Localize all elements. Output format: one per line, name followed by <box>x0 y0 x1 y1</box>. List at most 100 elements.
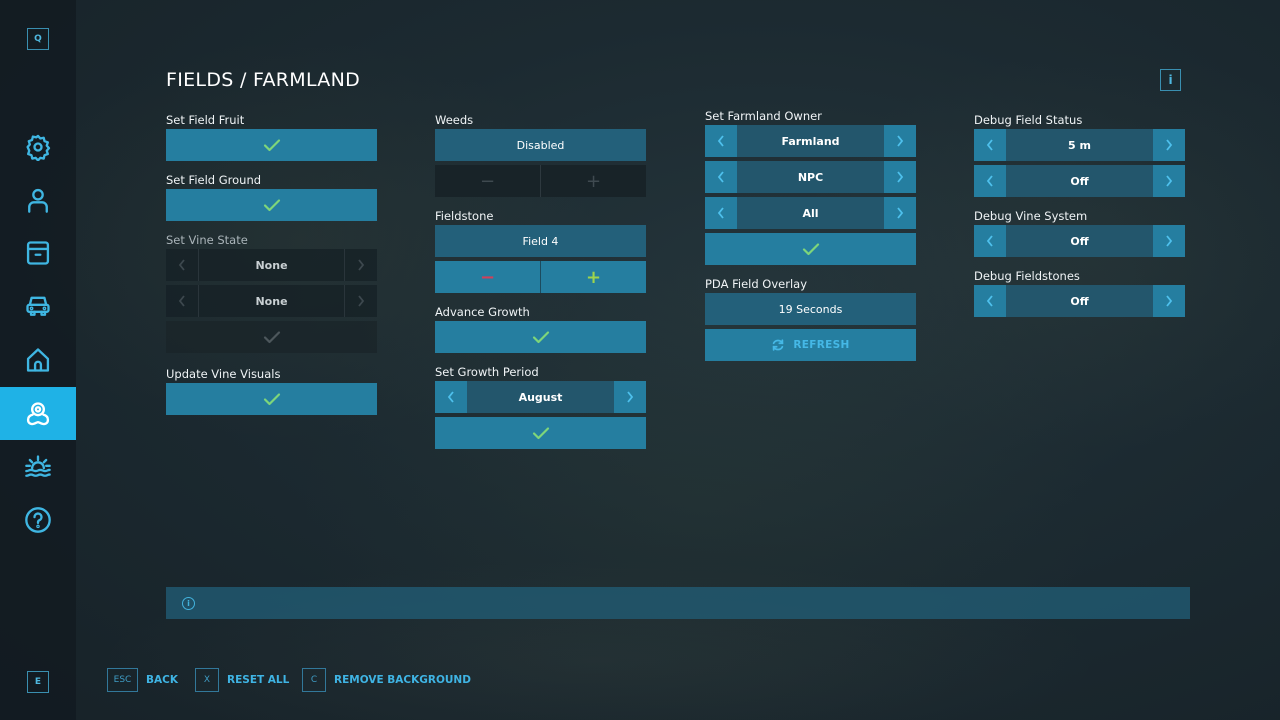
set-vine-state-label: Set Vine State <box>166 233 248 247</box>
sidebar: Q E <box>0 0 76 720</box>
pda-field-overlay-value[interactable]: 19 Seconds <box>705 293 916 325</box>
next-arrow[interactable] <box>884 197 916 229</box>
reset-all-button[interactable]: X RESET ALL <box>195 668 289 692</box>
user-icon <box>28 188 48 213</box>
prev-arrow[interactable] <box>705 125 737 157</box>
prev-arrow[interactable] <box>974 285 1006 317</box>
update-vine-visuals-label: Update Vine Visuals <box>166 367 281 381</box>
debug-field-status-label: Debug Field Status <box>974 113 1083 127</box>
growth-period-selector[interactable]: August <box>435 381 646 413</box>
refresh-icon <box>773 339 784 351</box>
sidebar-item-player[interactable] <box>0 173 76 226</box>
set-field-fruit-label: Set Field Fruit <box>166 113 245 127</box>
esc-key-hint: ESC <box>107 668 138 692</box>
set-vine-state-apply-button[interactable] <box>166 321 377 353</box>
next-arrow[interactable] <box>1153 129 1185 161</box>
chevron-left-icon <box>986 175 993 187</box>
farmland-value: Farmland <box>737 125 884 157</box>
back-button[interactable]: ESC BACK <box>107 668 178 692</box>
prev-arrow[interactable] <box>705 197 737 229</box>
set-field-ground-button[interactable] <box>166 189 377 221</box>
debug-field-status-toggle-value: Off <box>1006 165 1153 197</box>
checkmark-icon <box>802 243 819 256</box>
chevron-left-icon <box>986 295 993 307</box>
weeds-minus-button[interactable]: − <box>435 165 540 197</box>
vine-state-selector-1[interactable]: None <box>166 249 377 281</box>
next-arrow[interactable] <box>1153 285 1185 317</box>
vine-state-selector-2[interactable]: None <box>166 285 377 317</box>
debug-vine-system-label: Debug Vine System <box>974 209 1088 223</box>
vehicle-icon <box>26 296 50 316</box>
chevron-left-icon <box>986 139 993 151</box>
next-arrow[interactable] <box>1153 165 1185 197</box>
scope-selector[interactable]: All <box>705 197 916 229</box>
farmland-selector[interactable]: Farmland <box>705 125 916 157</box>
vine-state-value-1: None <box>198 249 345 281</box>
debug-field-status-toggle-selector[interactable]: Off <box>974 165 1185 197</box>
advance-growth-label: Advance Growth <box>435 305 530 319</box>
prev-arrow[interactable] <box>166 285 198 317</box>
debug-field-status-range-value: 5 m <box>1006 129 1153 161</box>
fieldstone-plus-button[interactable]: + <box>540 261 646 293</box>
prev-arrow[interactable] <box>705 161 737 193</box>
set-growth-period-apply-button[interactable] <box>435 417 646 449</box>
weeds-value[interactable]: Disabled <box>435 129 646 161</box>
next-arrow[interactable] <box>884 125 916 157</box>
weeds-plus-button[interactable]: + <box>540 165 646 197</box>
chevron-left-icon <box>447 391 454 403</box>
update-vine-visuals-button[interactable] <box>166 383 377 415</box>
column-1: Set Field Fruit Set Field Ground Set Vin… <box>166 111 377 419</box>
debug-vine-system-value: Off <box>1006 225 1153 257</box>
info-icon[interactable]: i <box>1160 69 1181 91</box>
next-page-key-hint[interactable]: E <box>27 671 49 693</box>
set-field-ground-label: Set Field Ground <box>166 173 262 187</box>
fieldstone-value[interactable]: Field 4 <box>435 225 646 257</box>
checkmark-icon <box>532 331 549 344</box>
debug-field-status-range-selector[interactable]: 5 m <box>974 129 1185 161</box>
checkmark-icon <box>263 139 280 152</box>
debug-fieldstones-label: Debug Fieldstones <box>974 269 1080 283</box>
sidebar-item-placeables[interactable] <box>0 333 76 386</box>
c-key-hint: C <box>302 668 326 692</box>
column-2: Weeds Disabled − + Fieldstone Field 4 − … <box>435 111 646 453</box>
weeds-label: Weeds <box>435 113 474 127</box>
fieldstone-minus-button[interactable]: − <box>435 261 540 293</box>
next-arrow[interactable] <box>345 285 377 317</box>
x-key-hint: X <box>195 668 219 692</box>
prev-arrow[interactable] <box>974 225 1006 257</box>
set-field-fruit-button[interactable] <box>166 129 377 161</box>
next-arrow[interactable] <box>614 381 646 413</box>
owner-value: NPC <box>737 161 884 193</box>
pda-field-overlay-label: PDA Field Overlay <box>705 277 808 291</box>
vine-state-value-2: None <box>198 285 345 317</box>
chevron-left-icon <box>986 235 993 247</box>
prev-page-key-hint[interactable]: Q <box>27 28 49 50</box>
sidebar-item-environment[interactable] <box>0 440 76 493</box>
refresh-button[interactable]: REFRESH <box>705 329 916 361</box>
sunrise-water-icon <box>25 454 51 477</box>
remove-background-button[interactable]: C REMOVE BACKGROUND <box>302 668 471 692</box>
next-arrow[interactable] <box>345 249 377 281</box>
map-pin-icon <box>26 401 50 425</box>
page-title: FIELDS / FARMLAND <box>166 69 361 91</box>
debug-fieldstones-value: Off <box>1006 285 1153 317</box>
prev-arrow[interactable] <box>435 381 467 413</box>
prev-arrow[interactable] <box>166 249 198 281</box>
chevron-right-icon <box>1166 139 1173 151</box>
next-arrow[interactable] <box>1153 225 1185 257</box>
set-farmland-owner-apply-button[interactable] <box>705 233 916 265</box>
next-arrow[interactable] <box>884 161 916 193</box>
chevron-right-icon <box>1166 235 1173 247</box>
sidebar-item-vehicles[interactable] <box>0 279 76 332</box>
advance-growth-button[interactable] <box>435 321 646 353</box>
debug-vine-system-selector[interactable]: Off <box>974 225 1185 257</box>
fieldstone-label: Fieldstone <box>435 209 494 223</box>
sidebar-item-settings[interactable] <box>0 120 76 173</box>
sidebar-item-fields-farmland[interactable] <box>0 387 76 440</box>
prev-arrow[interactable] <box>974 129 1006 161</box>
sidebar-item-help[interactable] <box>0 493 76 546</box>
prev-arrow[interactable] <box>974 165 1006 197</box>
owner-selector[interactable]: NPC <box>705 161 916 193</box>
sidebar-item-storage[interactable] <box>0 226 76 279</box>
debug-fieldstones-selector[interactable]: Off <box>974 285 1185 317</box>
